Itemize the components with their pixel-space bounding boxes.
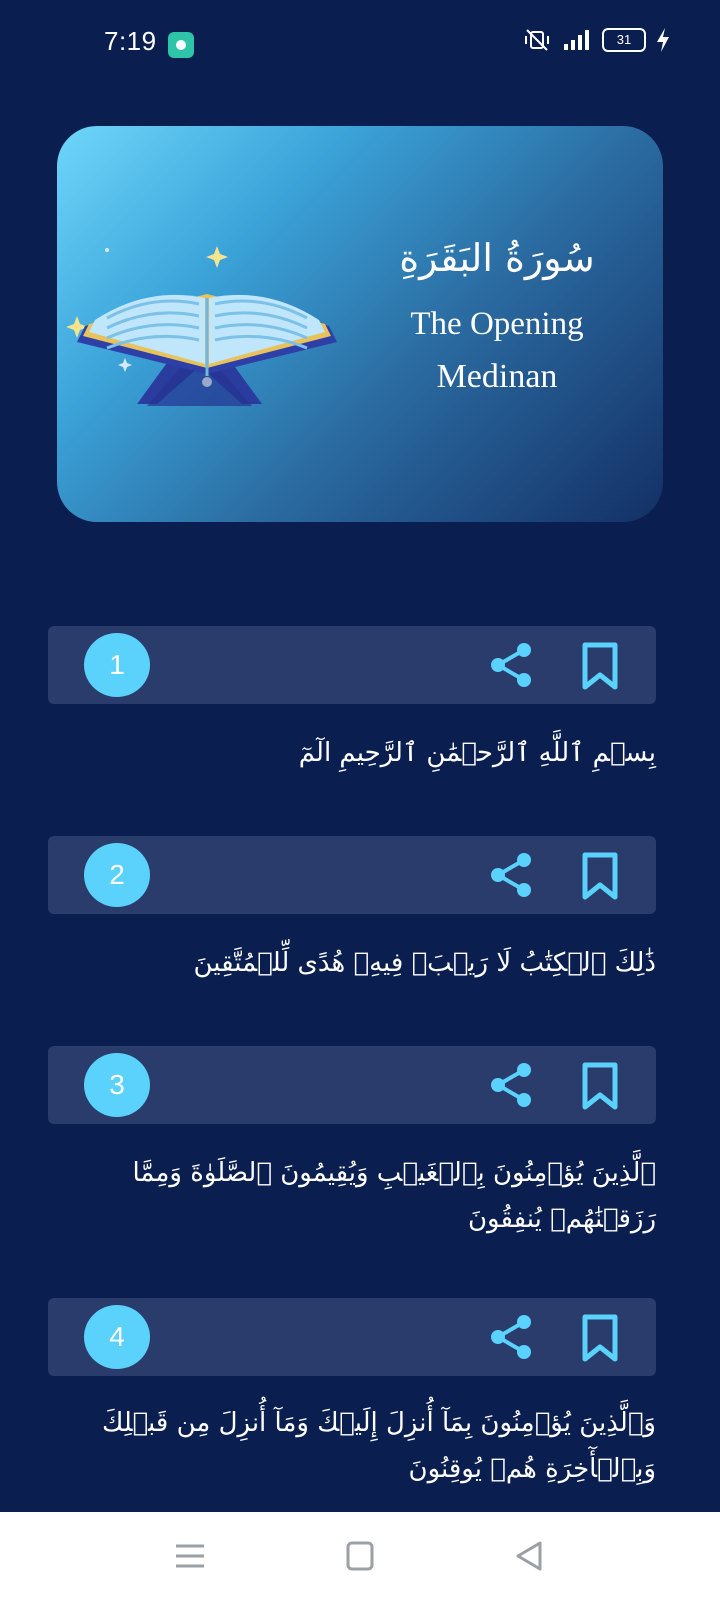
share-icon[interactable]: [486, 850, 536, 900]
ayah-text: ٱلَّذِينَ يُؤۡمِنُونَ بِٱلۡغَيۡبِ وَيُقِ…: [132, 1158, 657, 1234]
share-icon[interactable]: [486, 1060, 536, 1110]
bookmark-icon[interactable]: [580, 852, 620, 900]
ayah-toolbar: 2: [48, 836, 656, 914]
status-indicators: 31: [522, 28, 670, 52]
signal-icon: [564, 30, 589, 50]
ayah-toolbar: 1: [48, 626, 656, 704]
share-icon[interactable]: [486, 640, 536, 690]
system-navigation-bar: [0, 1512, 720, 1600]
bookmark-icon[interactable]: [580, 642, 620, 690]
charging-icon: [657, 28, 669, 52]
ayah-toolbar: 3: [48, 1046, 656, 1124]
ayah-text: ذَٰلِكَ ٱلۡكِتَٰبُ لَا رَيۡبَۛ فِيهِۛ هُ…: [193, 948, 656, 978]
ayah-text: وَٱلَّذِينَ يُؤۡمِنُونَ بِمَآ أُنزِلَ إِ…: [101, 1408, 656, 1484]
vibrate-mute-icon: [525, 29, 549, 51]
status-time: 7:19: [104, 26, 157, 56]
ayah-number-badge: 1: [84, 633, 150, 697]
home-icon[interactable]: [340, 1538, 380, 1574]
share-icon[interactable]: [486, 1312, 536, 1362]
ayah-number-badge: 2: [84, 843, 150, 907]
ayah-text: بِسۡمِ ٱللَّهِ ٱلرَّحۡمَٰنِ ٱلرَّحِيمِ ا…: [298, 738, 656, 768]
bookmark-icon[interactable]: [580, 1314, 620, 1362]
battery-indicator: 31: [602, 28, 646, 52]
ayah-toolbar: 4: [48, 1298, 656, 1376]
surah-english-name: The Opening: [410, 306, 584, 342]
quran-surah-screen: 7:19 31 سُورَةُ البَقَرَةِ The Opening M…: [0, 0, 720, 1600]
app-notification-icon: [168, 32, 194, 58]
surah-arabic-name: سُورَةُ البَقَرَةِ: [399, 236, 595, 280]
ayah-number-badge: 3: [84, 1053, 150, 1117]
menu-icon[interactable]: [170, 1538, 210, 1574]
bookmark-icon[interactable]: [580, 1062, 620, 1110]
surah-revelation-type: Medinan: [436, 358, 558, 395]
quran-book-icon: [67, 246, 337, 406]
status-bar: 7:19 31: [0, 0, 720, 90]
back-icon[interactable]: [510, 1538, 550, 1574]
ayah-number-badge: 4: [84, 1305, 150, 1369]
surah-header-card: سُورَةُ البَقَرَةِ The Opening Medinan: [57, 126, 663, 522]
